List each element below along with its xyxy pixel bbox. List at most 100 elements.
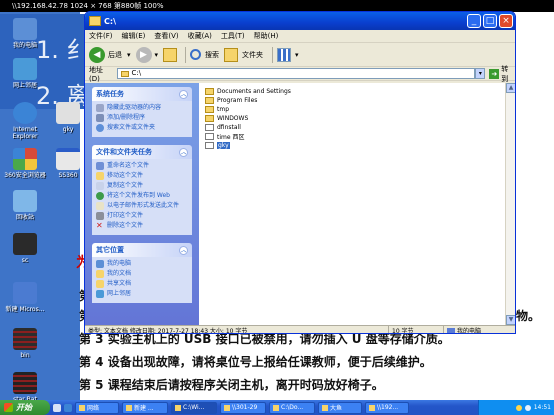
task-group-system: 系统任务 ︿ 隐藏此驱动器的内容 添加/删除程序 搜索文件或文件夹 — [92, 87, 192, 137]
menu-help[interactable]: 帮助(H) — [254, 31, 279, 41]
quicklaunch-desktop-icon[interactable] — [53, 403, 61, 412]
desktop-icon-new-word-doc[interactable]: 新建 Micros... — [3, 282, 47, 313]
desktop-icon-my-computer[interactable]: 我的电脑 — [3, 18, 47, 49]
drive-icon — [120, 71, 129, 77]
file-item[interactable]: Documents and Settings — [205, 87, 509, 95]
task-email-file[interactable]: 以电子邮件形式发送此文件 — [96, 202, 188, 210]
folder-icon — [175, 404, 181, 411]
minimize-button[interactable]: _ — [467, 14, 481, 28]
address-label: 地址(D) — [89, 65, 103, 83]
search-button-label[interactable]: 搜索 — [205, 50, 219, 60]
folders-button-label[interactable]: 文件夹 — [242, 50, 263, 60]
chevron-up-icon[interactable]: ︿ — [179, 147, 188, 157]
vertical-scrollbar[interactable]: ▲ ▼ — [505, 83, 515, 325]
file-item[interactable]: tmp — [205, 105, 509, 113]
search-icon — [96, 124, 104, 132]
task-group-file: 文件和文件夹任务 ︿ 重命名这个文件 移动这个文件 复制这个文件 将这个文件发布… — [92, 145, 192, 235]
chevron-up-icon[interactable]: ︿ — [179, 89, 188, 99]
task-copy-file[interactable]: 复制这个文件 — [96, 182, 188, 190]
explorer-title-bar[interactable]: C:\ _ □ × — [85, 12, 515, 30]
menu-view[interactable]: 查看(V) — [154, 31, 178, 41]
tray-status-icon[interactable] — [515, 404, 522, 411]
explorer-window[interactable]: C:\ _ □ × 文件(F) 编辑(E) 查看(V) 收藏(A) 工具(T) … — [84, 11, 516, 334]
task-group-header[interactable]: 文件和文件夹任务 ︿ — [92, 145, 192, 159]
task-group-header[interactable]: 系统任务 ︿ — [92, 87, 192, 101]
menu-file[interactable]: 文件(F) — [89, 31, 113, 41]
up-folder-icon[interactable] — [163, 47, 178, 62]
task-group-header[interactable]: 其它位置 ︿ — [92, 243, 192, 257]
taskbar-button-dayu[interactable]: 大鱼 — [318, 401, 362, 414]
toolbar: ◀ 后退 ▾ ▶ ▾ 搜索 文件夹 ▾ — [85, 43, 515, 67]
back-dropdown[interactable]: ▾ — [127, 51, 131, 59]
app-icon — [322, 404, 328, 411]
folder-icon — [205, 114, 214, 122]
file-item[interactable]: dfinstall — [205, 123, 509, 131]
menu-tools[interactable]: 工具(T) — [221, 31, 245, 41]
desktop-icon-sc[interactable]: sc — [3, 233, 47, 264]
text-file-icon — [56, 102, 80, 124]
close-button[interactable]: × — [499, 14, 513, 28]
taskbar-button-c-wi[interactable]: C:\Wi... — [171, 401, 217, 414]
task-hide-drive-contents[interactable]: 隐藏此驱动器的内容 — [96, 104, 188, 112]
taskbar-button-c-do[interactable]: C:\Do... — [269, 401, 315, 414]
menu-edit[interactable]: 编辑(E) — [122, 31, 146, 41]
scroll-up-arrow-icon[interactable]: ▲ — [506, 83, 515, 93]
place-network[interactable]: 网上邻居 — [96, 290, 188, 298]
go-button[interactable]: ➜ 转到 — [489, 64, 515, 84]
file-item-selected[interactable]: gky — [205, 141, 509, 149]
desktop-icon-360-browser[interactable]: 360安全浏览器 — [3, 148, 47, 179]
taskbar-button-new[interactable]: 新建 ... — [122, 401, 168, 414]
task-delete-file[interactable]: ✕ 删除这个文件 — [96, 222, 188, 230]
printer-icon — [96, 212, 104, 220]
task-add-remove-programs[interactable]: 添加/删除程序 — [96, 114, 188, 122]
task-rename-file[interactable]: 重命名这个文件 — [96, 162, 188, 170]
maximize-button[interactable]: □ — [483, 14, 497, 28]
place-my-computer[interactable]: 我的电脑 — [96, 260, 188, 268]
tray-network-icon[interactable] — [524, 404, 531, 411]
scroll-down-arrow-icon[interactable]: ▼ — [506, 315, 515, 325]
task-publish-web[interactable]: 将这个文件发布到 Web — [96, 192, 188, 200]
folder-icon — [224, 404, 230, 411]
folder-icon — [89, 16, 101, 26]
desktop-icon-recycle-bin[interactable]: 回收站 — [3, 190, 47, 221]
quicklaunch-ie-icon[interactable] — [64, 403, 72, 412]
file-item[interactable]: time 西区 — [205, 132, 509, 141]
forward-dropdown[interactable]: ▾ — [155, 51, 159, 59]
place-shared-documents[interactable]: 共享文档 — [96, 280, 188, 288]
file-item[interactable]: WINDOWS — [205, 114, 509, 122]
forward-arrow-icon[interactable]: ▶ — [135, 46, 152, 63]
address-input[interactable]: C:\ — [116, 68, 476, 79]
search-icon[interactable] — [190, 49, 202, 60]
task-search-files[interactable]: 搜索文件或文件夹 — [96, 124, 188, 132]
place-my-documents[interactable]: 我的文档 — [96, 270, 188, 278]
desktop-icon-network[interactable]: 网上邻居 — [3, 58, 47, 89]
views-icon[interactable] — [277, 47, 292, 62]
chevron-up-icon[interactable]: ︿ — [179, 245, 188, 255]
views-dropdown[interactable]: ▾ — [295, 51, 299, 59]
task-print-file[interactable]: 打印这个文件 — [96, 212, 188, 220]
back-arrow-icon[interactable]: ◀ — [89, 46, 105, 63]
console-icon — [13, 233, 37, 255]
documents-folder-icon — [96, 270, 104, 278]
shared-folder-icon — [96, 280, 104, 288]
address-dropdown[interactable]: ▾ — [475, 68, 486, 79]
taskbar-button-192[interactable]: \\192... — [365, 401, 409, 414]
word-document-icon — [13, 282, 37, 304]
batch-file-icon — [13, 372, 37, 394]
folders-icon[interactable] — [224, 47, 239, 62]
file-item[interactable]: Program Files — [205, 96, 509, 104]
windows-logo-icon — [4, 403, 13, 412]
taskbar-button-301-29[interactable]: \\301-29 — [220, 401, 266, 414]
file-list[interactable]: Documents and Settings Program Files tmp… — [199, 83, 515, 325]
menu-favorites[interactable]: 收藏(A) — [188, 31, 212, 41]
desktop-icon-ie[interactable]: Internet Explorer — [3, 102, 47, 140]
start-button[interactable]: 开始 — [0, 400, 50, 415]
task-move-file[interactable]: 移动这个文件 — [96, 172, 188, 180]
back-button-label[interactable]: 后退 — [108, 50, 122, 60]
explorer-body: 系统任务 ︿ 隐藏此驱动器的内容 添加/删除程序 搜索文件或文件夹 文件和文件夹… — [85, 83, 515, 325]
desktop-icon-star-bat[interactable]: star Bat — [3, 372, 47, 403]
taskbar-button-network[interactable]: 网络 — [75, 401, 119, 414]
slide-rule-2-tail: 物。 — [516, 309, 541, 323]
clock[interactable]: 14:51 — [534, 404, 551, 411]
desktop-icon-bin[interactable]: bin — [3, 328, 47, 359]
